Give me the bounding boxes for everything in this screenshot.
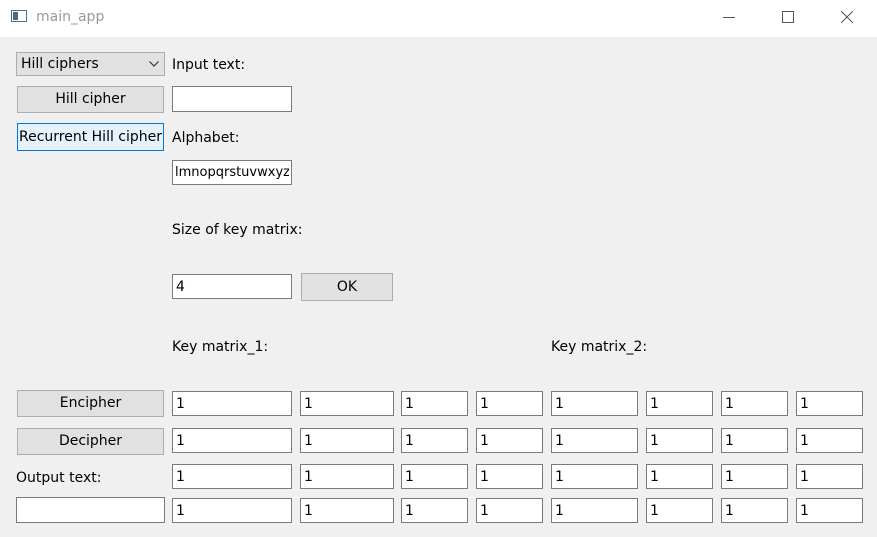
key-matrix-2-cell[interactable] [646,391,713,416]
maximize-button[interactable] [765,0,811,35]
alphabet-label: Alphabet: [172,130,240,146]
minimize-icon [723,17,735,18]
key-matrix-2-cell[interactable] [551,464,638,489]
key-matrix-2-cell[interactable] [721,391,788,416]
key-matrix-1-cell[interactable] [300,464,394,489]
key-size-field[interactable] [172,274,292,299]
key-matrix-1-cell[interactable] [300,498,394,523]
input-text-field[interactable] [172,86,292,112]
decipher-button[interactable]: Decipher [17,428,164,455]
key-matrix-2-cell[interactable] [721,498,788,523]
window-title: main_app [36,9,105,25]
key-matrix-1-label: Key matrix_1: [172,339,269,355]
close-button[interactable] [824,0,870,35]
key-matrix-2-cell[interactable] [796,391,863,416]
close-icon [841,11,853,23]
key-matrix-1-cell[interactable] [300,428,394,453]
key-matrix-2-cell[interactable] [646,464,713,489]
key-matrix-1-cell[interactable] [300,391,394,416]
minimize-button[interactable] [706,0,752,35]
key-matrix-2-cell[interactable] [551,498,638,523]
alphabet-field[interactable] [172,160,292,185]
key-matrix-1-cell[interactable] [172,391,292,416]
key-matrix-2-cell[interactable] [551,391,638,416]
ok-button[interactable]: OK [301,273,393,301]
key-matrix-1-cell[interactable] [401,391,468,416]
encipher-button[interactable]: Encipher [17,390,164,417]
key-matrix-1-cell[interactable] [476,428,543,453]
key-matrix-1-cell[interactable] [172,498,292,523]
key-matrix-2-label: Key matrix_2: [551,339,648,355]
key-matrix-2-cell[interactable] [551,428,638,453]
key-matrix-2-cell[interactable] [646,498,713,523]
app-icon [11,10,27,22]
key-matrix-1-cell[interactable] [401,464,468,489]
key-matrix-2-cell[interactable] [796,464,863,489]
key-matrix-2-cell[interactable] [721,464,788,489]
key-matrix-1-cell[interactable] [476,498,543,523]
title-bar: main_app [0,0,877,37]
key-matrix-1-cell[interactable] [476,391,543,416]
cipher-type-value: Hill ciphers [21,56,99,72]
maximize-icon [782,11,794,23]
key-matrix-2-cell[interactable] [796,428,863,453]
output-text-label: Output text: [16,470,102,486]
hill-cipher-button[interactable]: Hill cipher [17,86,164,113]
key-matrix-1-cell[interactable] [476,464,543,489]
key-matrix-1-cell[interactable] [401,498,468,523]
key-matrix-2-cell[interactable] [646,428,713,453]
output-text-field[interactable] [16,497,165,523]
key-matrix-1-cell[interactable] [401,428,468,453]
key-matrix-1-cell[interactable] [172,464,292,489]
key-matrix-2-cell[interactable] [721,428,788,453]
key-matrix-2-cell[interactable] [796,498,863,523]
key-size-label: Size of key matrix: [172,222,303,238]
key-matrix-1-cell[interactable] [172,428,292,453]
chevron-down-icon [149,61,159,67]
recurrent-hill-cipher-button[interactable]: Recurrent Hill cipher [17,123,164,151]
cipher-type-select[interactable]: Hill ciphers [16,52,165,76]
input-text-label: Input text: [172,57,246,73]
